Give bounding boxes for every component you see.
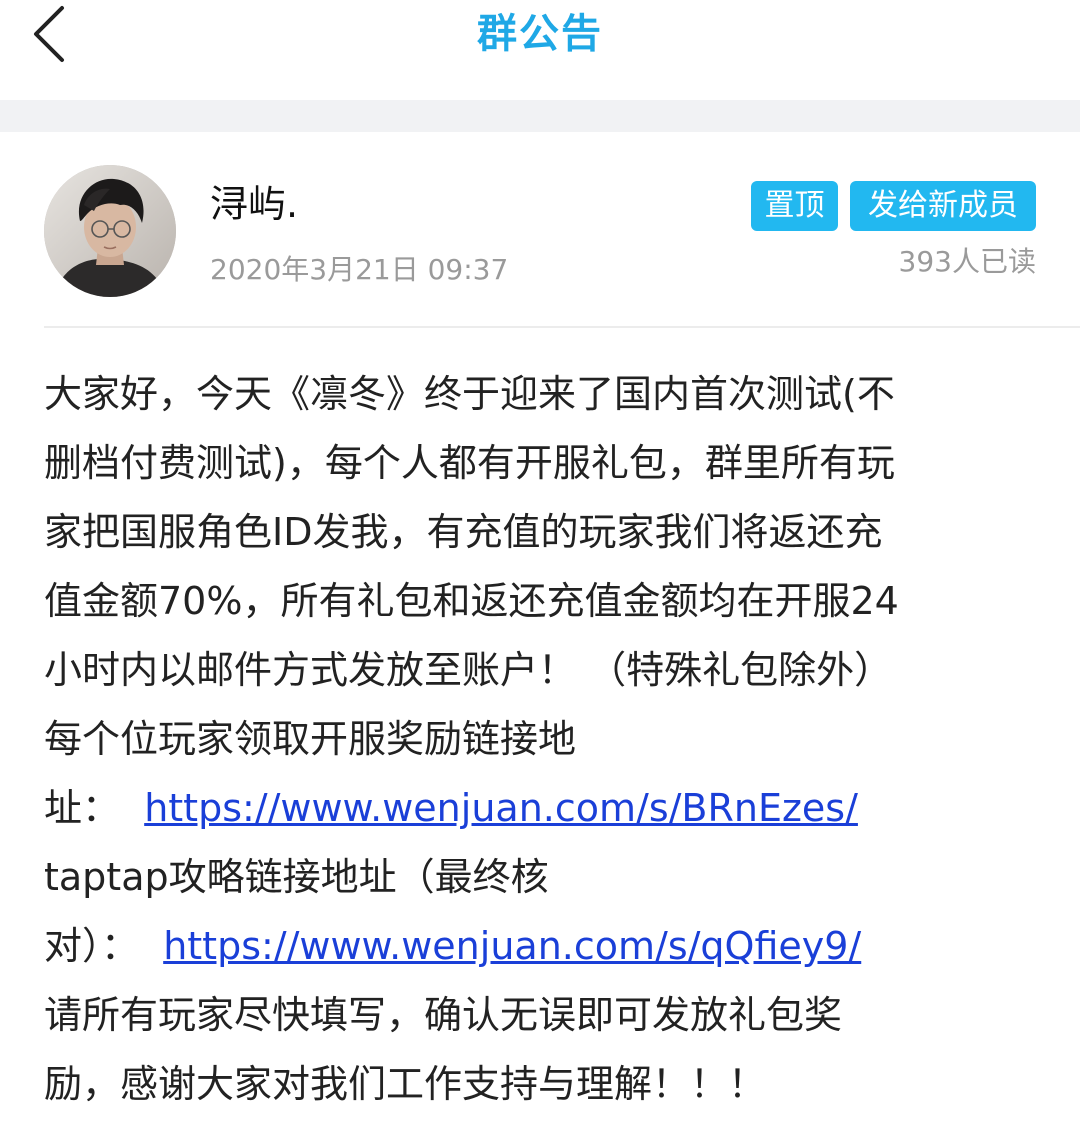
- body-line: 每个位玩家领取开服奖励链接地: [44, 717, 577, 761]
- body-line: 删档付费测试)，每个人都有开服礼包，群里所有玩: [44, 441, 895, 485]
- body-line: 值金额70%，所有礼包和返还充值金额均在开服24: [44, 579, 899, 623]
- body-line: 励，感谢大家对我们工作支持与理解！！！: [44, 1062, 767, 1106]
- link-line-2: 对）： https://www.wenjuan.com/s/qQfiey9/: [44, 912, 1044, 981]
- section-divider-bar: [0, 100, 1080, 132]
- header-divider: [44, 326, 1080, 328]
- page-title: 群公告: [477, 11, 603, 57]
- body-line: 大家好，今天《凛冬》终于迎来了国内首次测试(不: [44, 372, 895, 416]
- announcement-page: 群公告 浔屿. 2020年3月21日 09:37 置顶 发给新成员 393人已读…: [0, 0, 1080, 1139]
- post-timestamp: 2020年3月21日 09:37: [210, 253, 509, 286]
- body-line: 请所有玩家尽快填写，确认无误即可发放礼包奖: [44, 993, 843, 1037]
- read-count[interactable]: 393人已读: [899, 242, 1036, 282]
- send-to-new-members-badge: 发给新成员: [850, 181, 1036, 231]
- body-line: 家把国服角色ID发我，有充值的玩家我们将返还充: [44, 510, 883, 554]
- announcement-body: 大家好，今天《凛冬》终于迎来了国内首次测试(不 删档付费测试)，每个人都有开服礼…: [44, 360, 1044, 1119]
- author-name[interactable]: 浔屿.: [210, 178, 298, 230]
- body-line: 小时内以邮件方式发放至账户！ （特殊礼包除外）: [44, 648, 893, 692]
- avatar[interactable]: [44, 165, 176, 297]
- body-line: taptap攻略链接地址（最终核: [44, 855, 549, 899]
- pinned-badge: 置顶: [751, 181, 838, 231]
- avatar-image: [44, 165, 176, 297]
- taptap-guide-link[interactable]: https://www.wenjuan.com/s/qQfiey9/: [163, 924, 861, 968]
- link1-prefix: 址：: [44, 786, 121, 830]
- top-bar: 群公告: [0, 0, 1080, 100]
- reward-link[interactable]: https://www.wenjuan.com/s/BRnEzes/: [144, 786, 858, 830]
- link2-prefix: 对）：: [44, 924, 140, 968]
- link-line-1: 址： https://www.wenjuan.com/s/BRnEzes/: [44, 774, 1044, 843]
